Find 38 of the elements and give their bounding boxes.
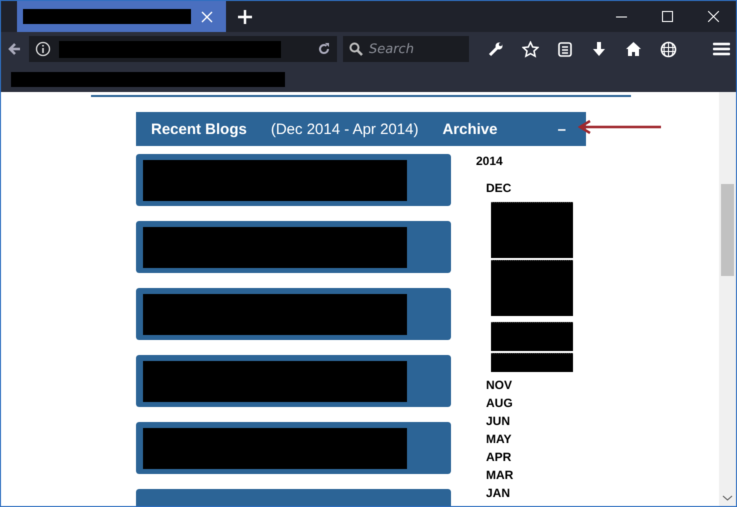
close-tab-icon[interactable] — [201, 10, 213, 22]
archive-month[interactable]: JUN — [486, 412, 510, 430]
back-icon[interactable] — [7, 42, 21, 56]
browser-tab[interactable] — [17, 1, 226, 32]
search-field[interactable]: Search — [343, 36, 469, 62]
reload-icon[interactable] — [317, 42, 331, 56]
scrollbar-thumb[interactable] — [721, 184, 734, 276]
archive-title: Archive — [442, 120, 498, 138]
reading-list-icon[interactable] — [557, 40, 573, 56]
download-icon[interactable] — [591, 40, 607, 56]
archive-month[interactable]: NOV — [486, 376, 512, 394]
archive-month[interactable]: MAY — [486, 430, 512, 448]
blog-card[interactable] — [136, 355, 451, 407]
close-window-icon[interactable] — [708, 11, 718, 22]
archive-month[interactable]: DEC — [486, 179, 512, 197]
archive-month[interactable]: AUG — [486, 394, 513, 412]
blog-card[interactable] — [136, 288, 451, 340]
blog-card[interactable] — [136, 154, 451, 206]
archive-month[interactable]: APR — [486, 448, 512, 466]
archive-month[interactable]: MAR — [486, 466, 514, 484]
star-icon[interactable] — [522, 40, 539, 58]
wrench-icon[interactable] — [488, 40, 504, 56]
info-icon[interactable] — [35, 41, 51, 57]
blog-card[interactable] — [136, 422, 451, 474]
blog-card[interactable] — [136, 221, 451, 273]
archive-month[interactable]: JAN — [486, 484, 510, 502]
globe-icon[interactable] — [660, 40, 677, 58]
minimize-icon[interactable] — [616, 16, 626, 18]
collapse-toggle[interactable]: – — [558, 120, 566, 138]
section-title: Recent Blogs — [151, 120, 247, 138]
menu-icon[interactable] — [713, 42, 730, 56]
date-range: (Dec 2014 - Apr 2014) — [270, 120, 418, 138]
home-icon[interactable] — [625, 40, 642, 56]
search-icon — [349, 42, 363, 56]
search-input[interactable]: Search — [369, 42, 459, 56]
archive-year[interactable]: 2014 — [476, 154, 586, 179]
maximize-icon[interactable] — [662, 11, 672, 22]
new-tab-icon[interactable] — [238, 10, 252, 24]
